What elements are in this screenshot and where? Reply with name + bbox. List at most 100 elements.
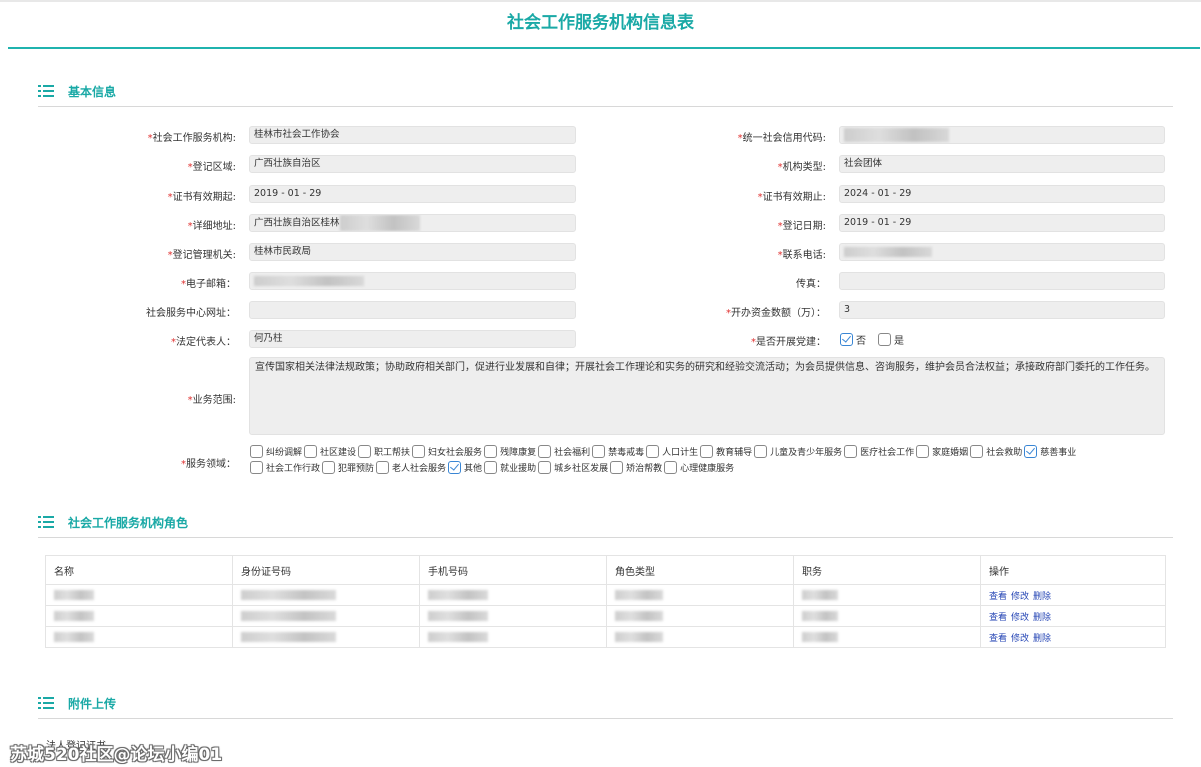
service-option[interactable]: 社会工作行政 [250,461,322,474]
authority-label: *登记管理机关: [167,250,236,261]
org-name-field[interactable]: 桂林市社会工作协会 [249,126,576,144]
service-option[interactable]: 教育辅导 [700,445,754,458]
service-option-label: 城乡社区发展 [554,464,609,474]
service-option[interactable]: 妇女社会服务 [412,445,484,458]
service-option[interactable]: 人口计生 [646,445,700,458]
service-option[interactable]: 城乡社区发展 [538,461,610,474]
service-option-label: 老人社会服务 [392,464,447,474]
delete-link[interactable]: 删除 [1033,613,1051,623]
service-option[interactable]: 残障康复 [484,445,538,458]
service-checkbox[interactable] [484,461,498,474]
table-cell-actions: 查看 修改 删除 [980,605,1166,627]
service-option[interactable]: 就业援助 [484,461,538,474]
service-option[interactable]: 医疗社会工作 [844,445,916,458]
table-cell-redacted [606,605,794,627]
title-divider [8,47,1200,49]
service-option[interactable]: 心理健康服务 [664,461,736,474]
service-checkbox[interactable] [700,445,714,458]
service-checkbox[interactable] [250,445,263,458]
service-option[interactable]: 矫治帮教 [610,461,664,474]
fax-field[interactable] [839,272,1165,290]
service-option[interactable]: 其他 [448,461,484,474]
service-option[interactable]: 禁毒戒毒 [592,445,646,458]
region-field[interactable]: 广西壮族自治区 [249,155,576,173]
service-checkbox[interactable] [916,445,930,458]
service-option-label: 社会救助 [986,448,1023,458]
address-field[interactable]: 广西壮族自治区桂林 [249,214,576,232]
authority-field[interactable]: 桂林市民政局 [249,243,576,261]
website-field[interactable] [249,301,576,319]
service-option[interactable]: 老人社会服务 [376,461,448,474]
service-checkbox[interactable] [664,461,678,474]
service-option[interactable]: 慈善事业 [1024,445,1078,458]
service-option-label: 残障康复 [500,448,537,458]
party-no-checkbox[interactable] [840,332,853,346]
service-checkbox[interactable] [358,445,372,458]
col-name: 名称 [45,555,233,585]
service-option[interactable]: 纠纷调解 [250,445,304,458]
list-icon [38,85,54,97]
view-link[interactable]: 查看 [989,634,1007,644]
party-yes-checkbox[interactable] [878,332,891,346]
service-option[interactable]: 职工帮扶 [358,445,412,458]
email-field[interactable] [249,272,576,290]
org-type-field[interactable]: 社会团体 [839,155,1165,173]
list-icon [38,516,54,528]
service-option[interactable]: 犯罪预防 [322,461,376,474]
view-link[interactable]: 查看 [989,592,1007,602]
roles-table-header: 名称 身份证号码 手机号码 角色类型 职务 操作 [45,555,1166,585]
table-cell-redacted [232,605,420,627]
service-checkbox[interactable] [376,461,390,474]
credit-code-field[interactable] [839,126,1165,144]
cert-start-field[interactable]: 2019 - 01 - 29 [249,185,576,203]
edit-link[interactable]: 修改 [1011,592,1029,602]
service-checkbox[interactable] [250,461,263,474]
reg-date-field[interactable]: 2019 - 01 - 29 [839,214,1165,232]
section-attachments-title: 附件上传 [68,696,117,711]
capital-field[interactable]: 3 [839,301,1165,319]
service-option-label: 家庭婚姻 [932,448,969,458]
service-checkbox[interactable] [844,445,858,458]
party-no-label: 否 [856,335,866,347]
service-checkbox[interactable] [970,445,984,458]
edit-link[interactable]: 修改 [1011,613,1029,623]
service-checkbox[interactable] [322,461,336,474]
service-option-label: 社会工作行政 [266,464,321,474]
service-option[interactable]: 社会救助 [970,445,1024,458]
edit-link[interactable]: 修改 [1011,634,1029,644]
delete-link[interactable]: 删除 [1033,592,1051,602]
address-label: *详细地址: [187,221,236,232]
service-checkbox[interactable] [592,445,606,458]
delete-link[interactable]: 删除 [1033,634,1051,644]
party-label: *是否开展党建： [751,337,826,348]
scope-textarea[interactable]: 宣传国家相关法律法规政策；协助政府相关部门，促进行业发展和自律；开展社会工作理论… [249,357,1165,435]
service-option[interactable]: 社区建设 [304,445,358,458]
service-checkbox-row-1: 纠纷调解 社区建设 职工帮扶 妇女社会服务 残障康复 社会福利 禁毒戒毒 人口计生 教育辅导 儿童… [250,445,1078,458]
service-checkbox[interactable] [538,445,552,458]
table-cell-redacted [45,584,233,606]
service-option[interactable]: 家庭婚姻 [916,445,970,458]
scope-label: *业务范围: [187,395,236,406]
service-checkbox[interactable] [448,461,462,474]
service-checkbox[interactable] [304,445,318,458]
legal-rep-field[interactable]: 何乃柱 [249,330,576,348]
service-checkbox[interactable] [412,445,426,458]
service-checkbox[interactable] [484,445,498,458]
service-checkbox[interactable] [646,445,660,458]
top-border [0,0,1201,2]
service-checkbox[interactable] [610,461,624,474]
service-option[interactable]: 儿童及青少年服务 [754,445,844,458]
service-label: *服务领域： [181,459,236,470]
service-checkbox[interactable] [538,461,552,474]
service-checkbox[interactable] [1024,445,1038,458]
section-roles-title: 社会工作服务机构角色 [68,515,189,530]
phone-field[interactable] [839,243,1165,261]
credit-code-label: *统一社会信用代码: [737,133,826,144]
party-yes-label: 是 [894,335,904,347]
view-link[interactable]: 查看 [989,613,1007,623]
table-row: 查看 修改 删除 [45,605,1166,627]
cert-end-field[interactable]: 2024 - 01 - 29 [839,185,1165,203]
service-checkbox[interactable] [754,445,768,458]
section-basic-divider [38,106,1173,107]
service-option[interactable]: 社会福利 [538,445,592,458]
